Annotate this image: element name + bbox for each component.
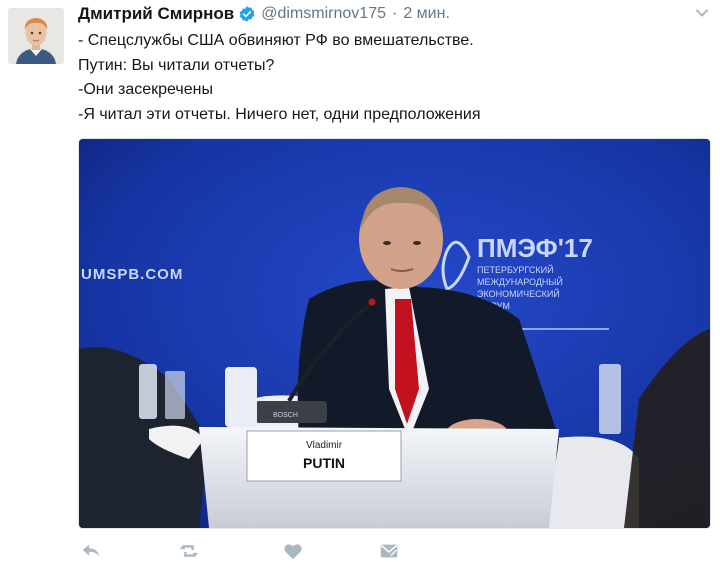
direct-message-icon[interactable] [378, 540, 404, 566]
tweet-header: Дмитрий Смирнов @dimsmirnov175 · 2 мин. [78, 2, 710, 26]
avatar-portrait [8, 8, 64, 64]
backdrop-line: ЭКОНОМИЧЕСКИЙ [477, 288, 560, 299]
photo-scene: UMSPB.COM ПМЭФ'17 ПЕТЕРБУРГСКИЙ МЕЖДУНАР… [79, 139, 710, 528]
water-bottle [599, 364, 621, 434]
backdrop-line: МЕЖДУНАРОДНЫЙ [477, 276, 563, 287]
tweet-text: - Спецслужбы США обвиняют РФ во вмешател… [78, 29, 698, 127]
nameplate-last: PUTIN [303, 455, 345, 471]
glass [165, 371, 185, 419]
retweet-icon[interactable] [178, 540, 204, 566]
reply-icon[interactable] [80, 540, 106, 566]
author-name[interactable]: Дмитрий Смирнов [78, 4, 234, 24]
verified-icon [238, 5, 256, 23]
tweet-line: - Спецслужбы США обвиняют РФ во вмешател… [78, 32, 474, 49]
backdrop-site: UMSPB.COM [81, 266, 183, 283]
author-handle[interactable]: @dimsmirnov175 [261, 5, 386, 23]
backdrop-line: ПЕТЕРБУРГСКИЙ [477, 264, 554, 275]
mic-brand: BOSCH [273, 412, 298, 419]
tweet-line: -Я читал эти отчеты. Ничего нет, одни пр… [78, 105, 481, 123]
cup [225, 367, 257, 427]
tweet-line: -Они засекречены [78, 81, 213, 98]
tweet-photo[interactable]: UMSPB.COM ПМЭФ'17 ПЕТЕРБУРГСКИЙ МЕЖДУНАР… [78, 138, 711, 529]
caret-down-icon[interactable] [694, 5, 710, 21]
tweet-actions [80, 540, 410, 568]
like-icon[interactable] [282, 540, 308, 566]
backdrop-logo: ПМЭФ'17 [477, 233, 593, 263]
nameplate-first: Vladimir [306, 440, 343, 451]
tweet-timestamp[interactable]: 2 мин. [403, 5, 450, 23]
avatar[interactable] [8, 8, 64, 64]
tweet-line: Путин: Вы читали отчеты? [78, 56, 275, 74]
water-bottle [139, 364, 157, 419]
header-separator: · [392, 5, 398, 22]
chair-right [549, 436, 639, 528]
